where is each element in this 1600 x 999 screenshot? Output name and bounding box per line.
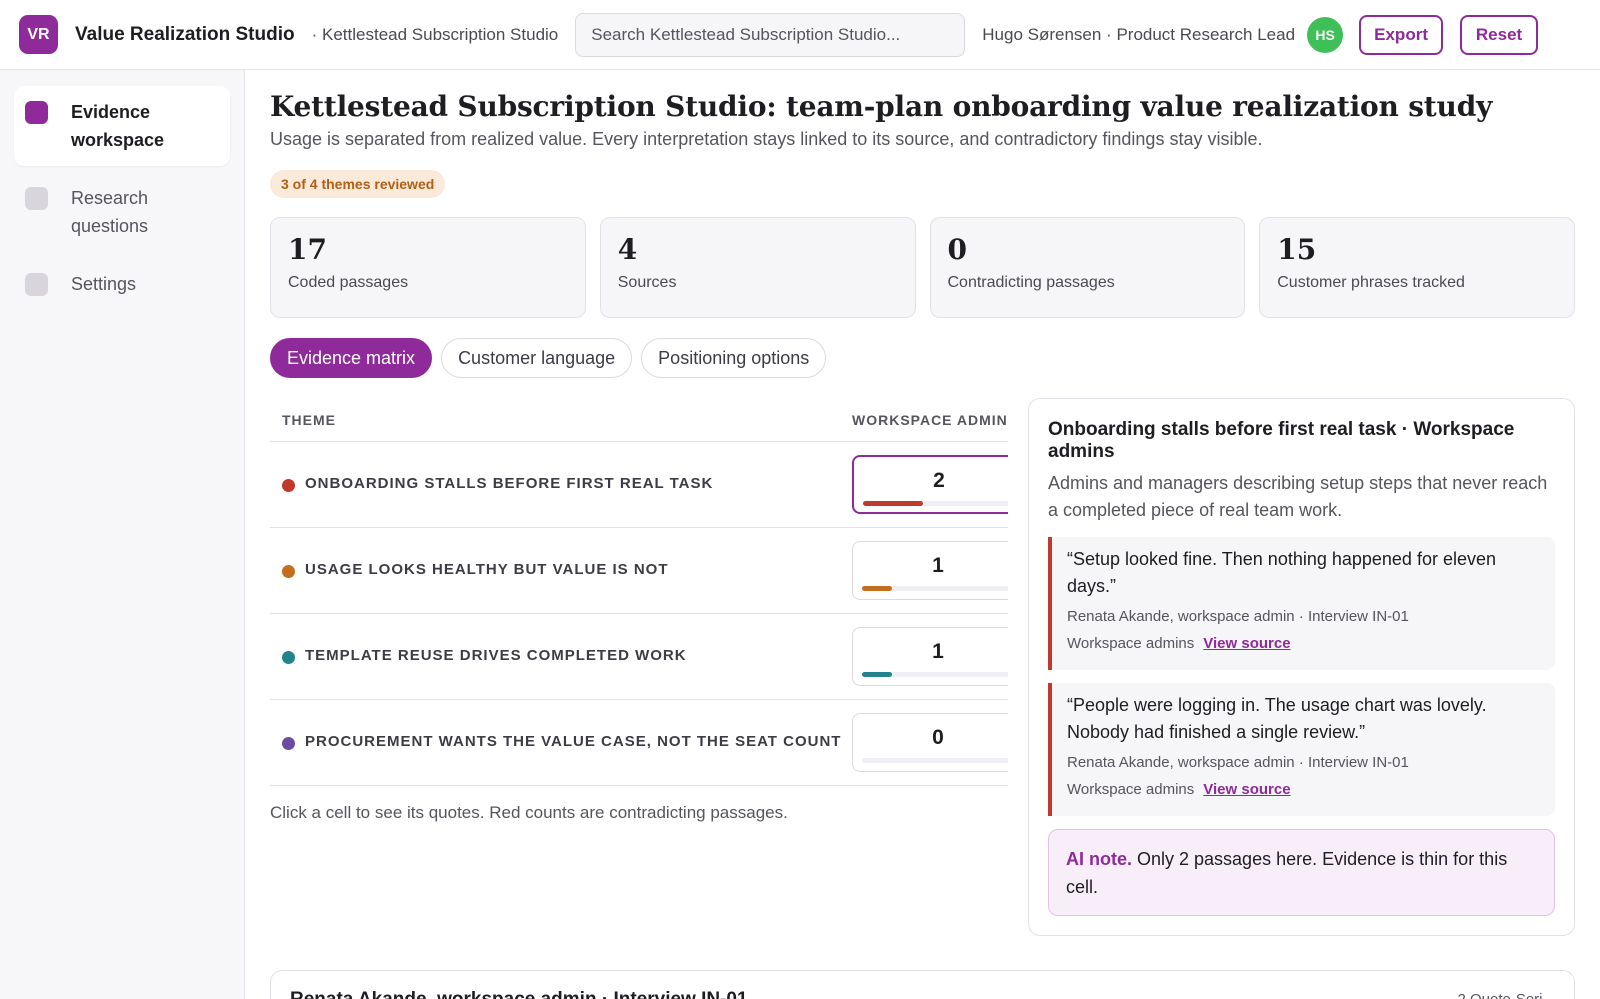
ai-note-text: Only 2 passages here. Evidence is thin f… (1066, 849, 1508, 897)
source-card[interactable]: Renata Akande, workspace admin · Intervi… (270, 970, 1575, 999)
quote-segment: Workspace admins (1067, 781, 1195, 798)
avatar[interactable]: HS (1307, 16, 1344, 53)
cell-detail-panel: Onboarding stalls before first real task… (1028, 398, 1575, 936)
quote-card: “Setup looked fine. Then nothing happene… (1048, 537, 1555, 670)
quote-segment: Workspace admins (1067, 635, 1195, 652)
theme-dot-icon (282, 565, 295, 578)
quote-card: “People were logging in. The usage chart… (1048, 683, 1555, 816)
cell-bar-track (862, 758, 1008, 763)
theme-dot-icon (282, 651, 295, 664)
cell-bar-fill (862, 672, 893, 677)
stat-card-contradicting-passages: 0 Contradicting passages (929, 217, 1246, 318)
tab-customer-language[interactable]: Customer language (441, 338, 633, 378)
cell-bar-fill (863, 501, 923, 506)
column-header-theme: THEME (282, 411, 336, 428)
cell-bar-track (862, 586, 1008, 591)
reset-button[interactable]: Reset (1460, 14, 1539, 55)
table-row: USAGE LOOKS HEALTHY BUT VALUE IS NOT 1 (270, 528, 1008, 614)
matrix-cell[interactable]: 1 (852, 541, 1008, 600)
detail-title: Onboarding stalls before first real task… (1048, 419, 1515, 462)
app-logo: VR (19, 15, 58, 54)
cell-count: 0 (932, 726, 944, 749)
matrix-header: THEME WORKSPACE ADMIN (270, 398, 1008, 442)
stat-value: 0 (947, 233, 967, 266)
column-header-workspace-admin[interactable]: WORKSPACE ADMIN (852, 412, 1008, 428)
stat-value: 17 (288, 233, 327, 266)
quote-footer: Workspace admins View source (1067, 781, 1540, 798)
sidebar-item-evidence-workspace[interactable]: Evidence workspace (14, 86, 230, 166)
cell-count: 1 (932, 640, 944, 663)
matrix-cell[interactable]: 0 (852, 713, 1008, 772)
sidebar: Evidence workspace Research questions Se… (0, 70, 245, 999)
nav-square-icon (25, 187, 48, 210)
theme-label: PROCUREMENT WANTS THE VALUE CASE, NOT TH… (305, 733, 842, 750)
main-content: Kettlestead Subscription Studio: team-pl… (270, 70, 1575, 958)
sidebar-item-settings[interactable]: Settings (14, 258, 230, 310)
workspace-breadcrumb[interactable]: · Kettlestead Subscription Studio (312, 25, 559, 45)
theme-label: TEMPLATE REUSE DRIVES COMPLETED WORK (305, 647, 687, 664)
stat-value: 15 (1277, 233, 1317, 266)
table-row: ONBOARDING STALLS BEFORE FIRST REAL TASK… (270, 442, 1008, 528)
tab-positioning-options[interactable]: Positioning options (641, 338, 827, 378)
nav-square-icon (25, 101, 48, 124)
stat-label: Contradicting passages (947, 274, 1115, 291)
matrix-help-text: Click a cell to see its quotes. Red coun… (270, 803, 788, 822)
theme-dot-icon (282, 737, 295, 750)
page-title: Kettlestead Subscription Studio: team-pl… (270, 90, 1493, 123)
sidebar-item-research-questions[interactable]: Research questions (14, 172, 230, 252)
view-tabs: Evidence matrix Customer language Positi… (270, 338, 1575, 378)
ai-note-label: AI note. (1066, 849, 1132, 869)
cell-count: 1 (932, 554, 944, 577)
sidebar-item-label: Settings (71, 274, 137, 294)
status-badge: 3 of 4 themes reviewed (270, 170, 446, 198)
ai-note: AI note. Only 2 passages here. Evidence … (1048, 829, 1555, 916)
quote-attribution: Renata Akande, workspace admin · Intervi… (1067, 608, 1409, 625)
evidence-matrix: THEME WORKSPACE ADMIN ONBOARDING STALLS … (270, 398, 1008, 798)
view-source-link[interactable]: View source (1203, 781, 1290, 798)
stat-label: Coded passages (288, 274, 409, 291)
quote-text: “People were logging in. The usage chart… (1067, 695, 1487, 742)
stat-card-sources: 4 Sources (599, 217, 916, 318)
theme-label: ONBOARDING STALLS BEFORE FIRST REAL TASK (305, 475, 714, 492)
stat-label: Customer phrases tracked (1277, 274, 1465, 291)
nav-square-icon (25, 273, 48, 296)
sidebar-item-label: Research questions (71, 188, 149, 236)
matrix-cell[interactable]: 2 (852, 455, 1008, 514)
cell-count: 2 (933, 469, 945, 492)
sidebar-item-label: Evidence workspace (71, 102, 165, 150)
export-button[interactable]: Export (1359, 14, 1444, 55)
evidence-content: THEME WORKSPACE ADMIN ONBOARDING STALLS … (270, 398, 1575, 958)
source-title: Renata Akande, workspace admin · Intervi… (290, 989, 1555, 999)
user-name: Hugo Sørensen · Product Research Lead (982, 24, 1296, 44)
table-row: TEMPLATE REUSE DRIVES COMPLETED WORK 1 (270, 614, 1008, 700)
stat-card-customer-phrases: 15 Customer phrases tracked (1259, 217, 1575, 318)
app-name: Value Realization Studio (75, 23, 295, 45)
stats-row: 17 Coded passages 4 Sources 0 Contradict… (270, 217, 1575, 318)
theme-label: USAGE LOOKS HEALTHY BUT VALUE IS NOT (305, 561, 669, 578)
cell-bar-track (863, 501, 1008, 506)
quote-attribution: Renata Akande, workspace admin · Intervi… (1067, 754, 1409, 771)
top-bar: VR Value Realization Studio · Kettlestea… (0, 0, 1600, 70)
cell-bar-fill (862, 586, 893, 591)
table-row: PROCUREMENT WANTS THE VALUE CASE, NOT TH… (270, 700, 1008, 786)
detail-description: Admins and managers describing setup ste… (1048, 473, 1548, 520)
cell-bar-track (862, 672, 1008, 677)
stat-value: 4 (617, 233, 638, 266)
stat-label: Sources (617, 274, 677, 291)
matrix-cell[interactable]: 1 (852, 627, 1008, 686)
quote-text: “Setup looked fine. Then nothing happene… (1067, 549, 1496, 596)
source-meta: 2 Quote·Seri... (1457, 991, 1555, 999)
tab-evidence-matrix[interactable]: Evidence matrix (270, 338, 433, 378)
view-source-link[interactable]: View source (1203, 635, 1290, 652)
theme-dot-icon (282, 479, 295, 492)
quote-footer: Workspace admins View source (1067, 635, 1540, 652)
search-input[interactable]: Search Kettlestead Subscription Studio..… (575, 12, 966, 57)
stat-card-coded-passages: 17 Coded passages (270, 217, 586, 318)
page-subtitle: Usage is separated from realized value. … (270, 129, 1263, 149)
